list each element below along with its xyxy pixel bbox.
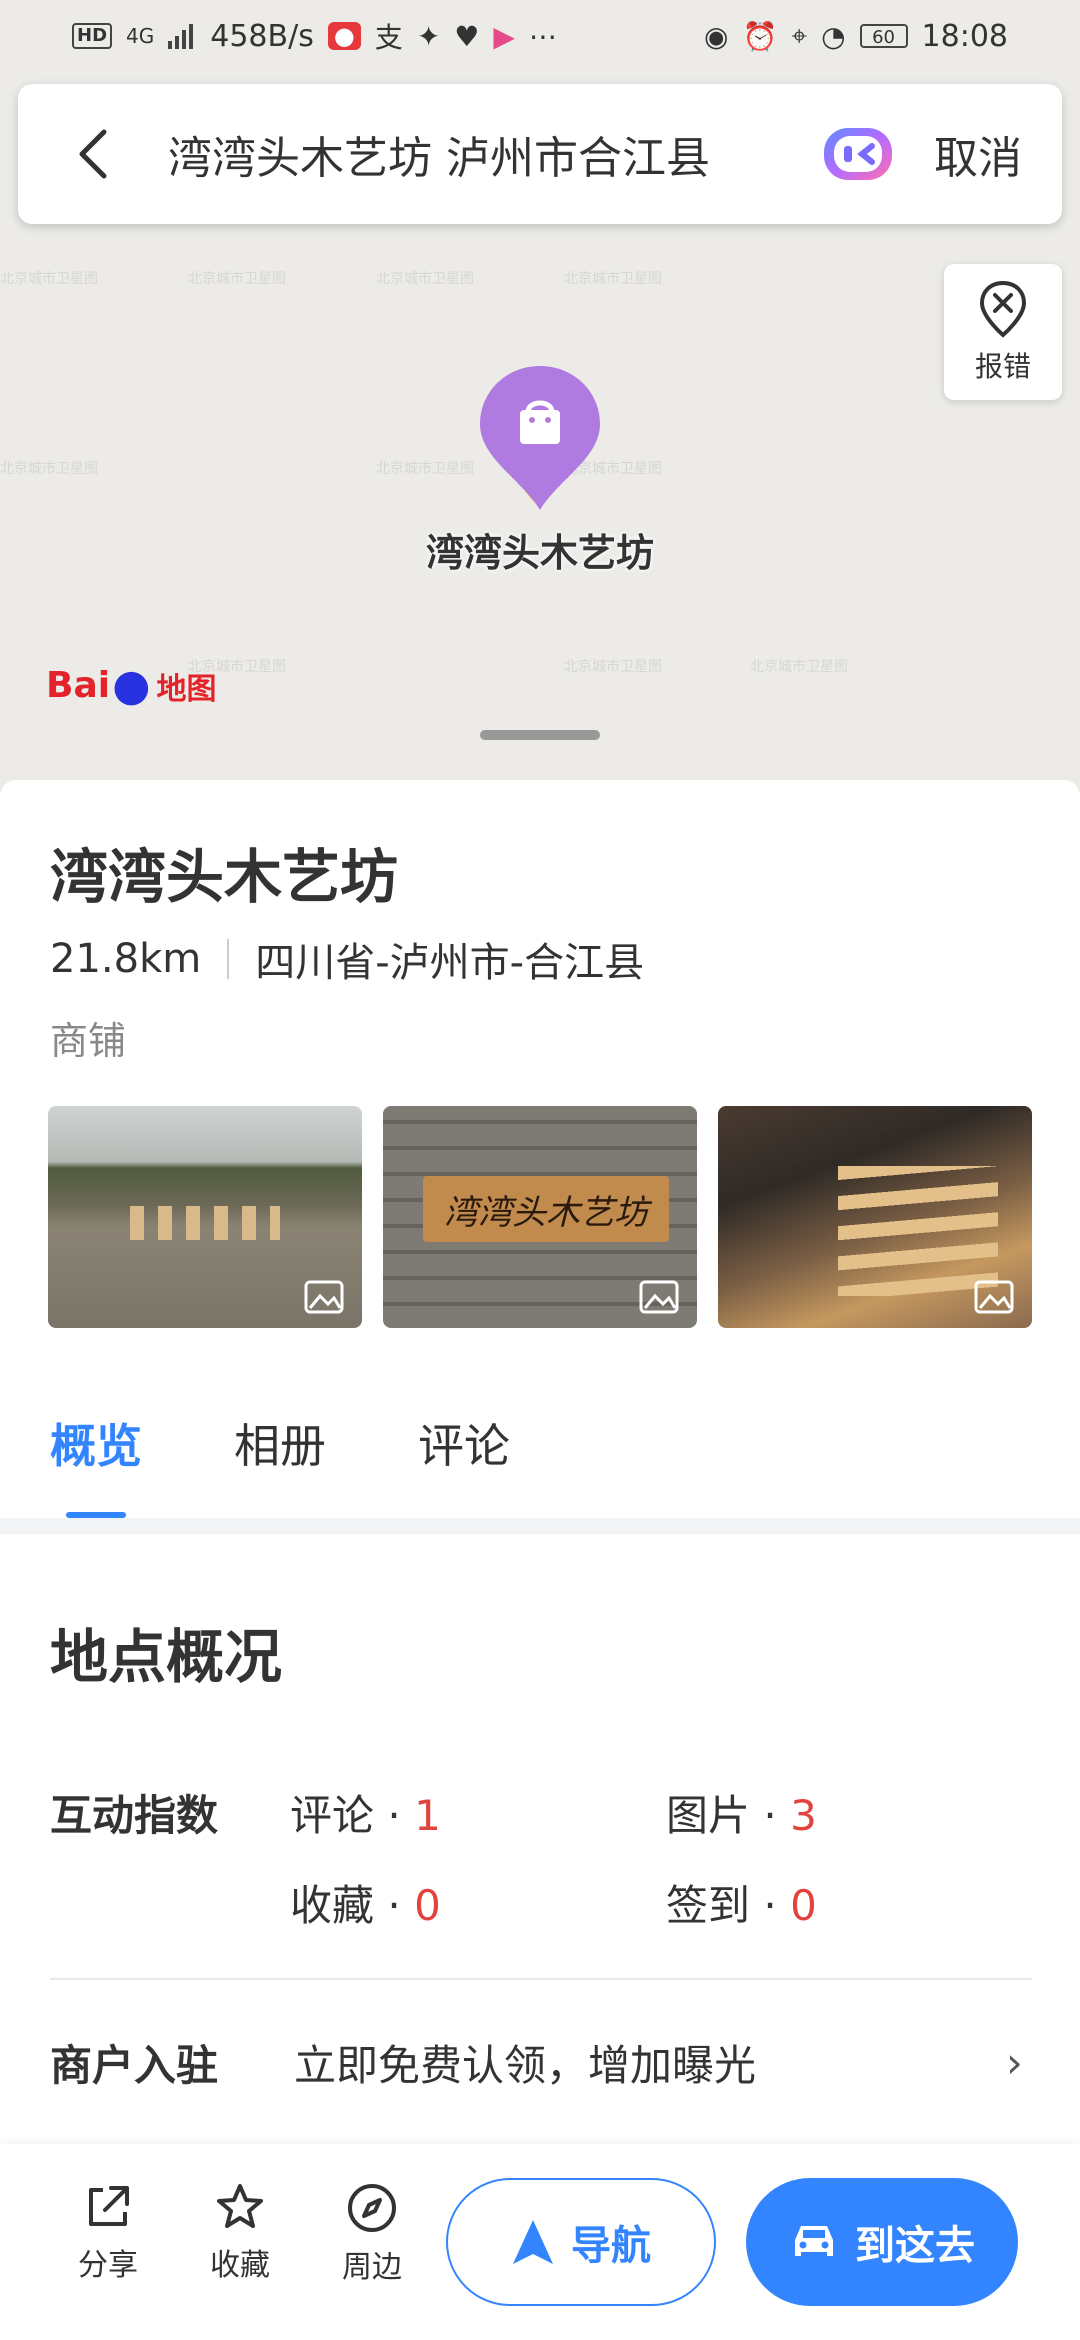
detail-tabs: 概览 相册 评论	[50, 1410, 510, 1518]
alipay-icon: 支	[374, 21, 403, 54]
row-divider	[50, 1978, 1032, 1980]
merchant-label: 商户入驻	[50, 2041, 219, 2090]
cancel-button[interactable]: 取消	[934, 122, 1022, 186]
poi-detail-sheet: 湾湾头木艺坊 21.8km 四川省-泸州市-合江县 商铺 湾湾头木艺坊 概览 相…	[0, 780, 1080, 2340]
navigation-arrow-icon	[511, 2218, 555, 2266]
report-error-button[interactable]: 报错	[944, 264, 1062, 400]
voice-assistant-icon[interactable]	[822, 126, 894, 182]
tab-overview[interactable]: 概览	[50, 1410, 142, 1518]
image-icon	[639, 1280, 679, 1314]
network-speed: 458B/s	[210, 18, 314, 54]
claim-business-link[interactable]: 立即免费认领，增加曝光	[294, 2032, 756, 2093]
poi-address: 四川省-泸州市-合江县	[255, 940, 645, 986]
meta-divider	[227, 939, 230, 979]
search-bar[interactable]: 湾湾头木艺坊 泸州市合江县 取消	[18, 84, 1062, 224]
favorite-button[interactable]: 收藏	[190, 2182, 290, 2284]
navigate-button[interactable]: 导航	[446, 2178, 716, 2306]
poi-photo-3[interactable]	[718, 1106, 1032, 1328]
eye-icon: ◉	[704, 19, 729, 53]
app-icon: ▶	[493, 19, 515, 53]
image-icon	[304, 1280, 344, 1314]
share-icon	[89, 2186, 129, 2226]
baidu-map-logo: Bai ● 地图	[46, 660, 217, 711]
poi-title: 湾湾头木艺坊	[50, 843, 399, 911]
poi-category: 商铺	[50, 1019, 127, 1063]
signal-icon: 4G	[126, 24, 155, 48]
clock-time: 18:08	[921, 18, 1008, 54]
speedometer-icon: ◔	[821, 19, 846, 53]
status-bar: HD 4G 458B/s ● 支 ✦ ♥ ▶ ⋯ ◉ ⏰ ⌖ ◔ 60 18:0…	[0, 0, 1080, 72]
wood-sign: 湾湾头木艺坊	[423, 1176, 669, 1242]
go-there-button[interactable]: 到这去	[746, 2178, 1018, 2306]
alarm-icon: ⏰	[742, 19, 778, 53]
tab-album[interactable]: 相册	[234, 1410, 326, 1476]
recorder-icon: ●	[327, 22, 361, 50]
map-pin-label: 湾湾头木艺坊	[425, 531, 654, 575]
image-icon	[974, 1280, 1014, 1314]
sheet-drag-handle[interactable]	[480, 730, 600, 740]
stat-reviews[interactable]: 评论 · 1	[290, 1782, 441, 1843]
stools-decoration	[130, 1206, 280, 1240]
nearby-button[interactable]: 周边	[322, 2182, 422, 2286]
location-icon: ⌖	[791, 19, 808, 52]
compass-icon	[348, 2184, 396, 2232]
poi-photo-1[interactable]	[48, 1106, 362, 1328]
search-query-text[interactable]: 湾湾头木艺坊 泸州市合江县	[168, 122, 822, 186]
location-error-icon	[979, 280, 1027, 338]
section-title: 地点概况	[50, 1623, 283, 1691]
wechat-icon: ✦	[416, 19, 441, 53]
tab-reviews[interactable]: 评论	[418, 1410, 510, 1476]
health-icon: ♥	[454, 19, 480, 53]
more-notifications-icon: ⋯	[528, 19, 557, 53]
hd-badge: HD	[72, 23, 113, 49]
photo-strip: 湾湾头木艺坊	[48, 1106, 1032, 1328]
poi-photo-2[interactable]: 湾湾头木艺坊	[383, 1106, 697, 1328]
back-arrow-icon[interactable]	[78, 124, 118, 184]
stat-favorites[interactable]: 收藏 · 0	[290, 1872, 441, 1933]
planks-decoration	[838, 1166, 998, 1296]
report-error-label: 报错	[974, 350, 1031, 383]
interaction-index-label: 互动指数	[50, 1791, 219, 1840]
share-button[interactable]: 分享	[58, 2182, 158, 2284]
car-icon	[789, 2222, 839, 2262]
section-divider	[0, 1518, 1080, 1534]
stat-photos[interactable]: 图片 · 3	[666, 1782, 817, 1843]
cellular-bars-icon	[168, 24, 194, 49]
chevron-right-icon[interactable]: ›	[1006, 2038, 1023, 2087]
bottom-action-bar: 分享 收藏 周边 导航 到这去	[0, 2144, 1080, 2340]
star-icon	[217, 2184, 263, 2228]
shopping-bag-pin-icon[interactable]	[476, 362, 604, 522]
battery-icon: 60	[859, 24, 908, 48]
poi-distance: 21.8km	[50, 936, 202, 982]
poi-meta: 21.8km 四川省-泸州市-合江县	[50, 930, 644, 988]
stat-checkins[interactable]: 签到 · 0	[666, 1872, 817, 1933]
